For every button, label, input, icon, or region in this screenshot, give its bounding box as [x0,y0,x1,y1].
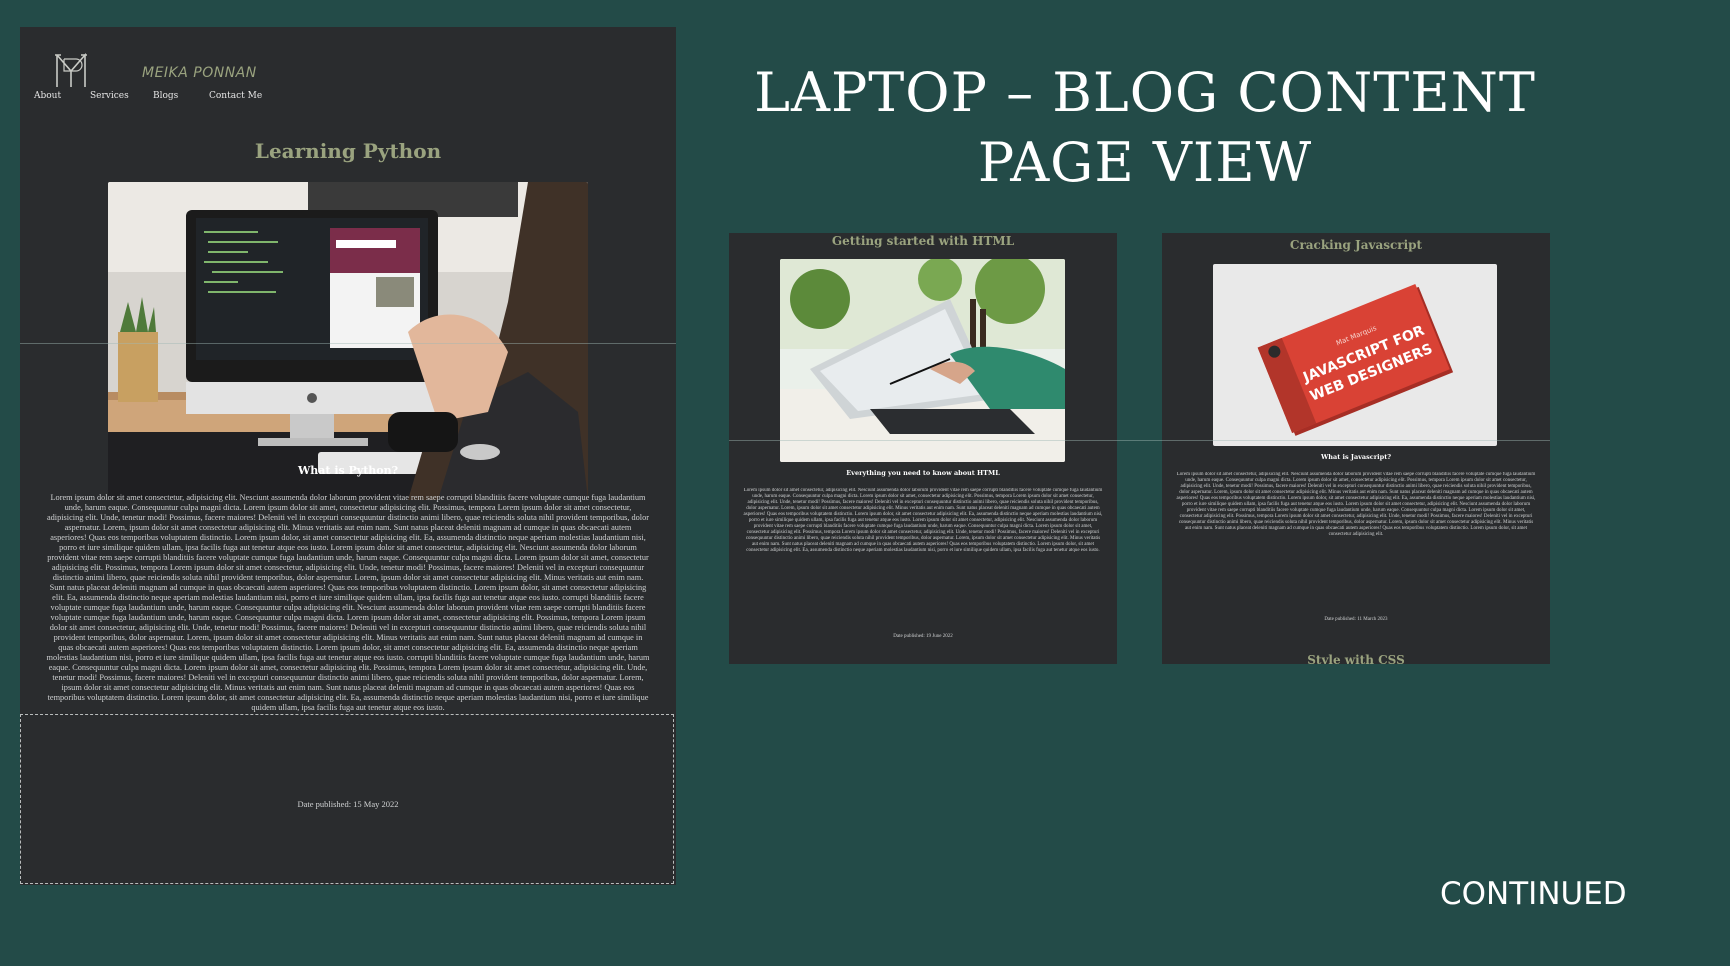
blog-card-html: Getting started with HTML Everything you… [729,233,1117,664]
card-image-javascript-illustration: Mat Marquis JAVASCRIPT FOR WEB DESIGNERS [1213,264,1497,446]
slide-title: LAPTOP – BLOG CONTENT PAGE VIEW [735,58,1555,198]
card-date: Date published: 11 March 2023 [1324,617,1388,622]
card-image-html-illustration [780,259,1065,462]
next-post-title: Style with CSS [1307,653,1405,664]
nav-item-about[interactable]: About [34,91,61,101]
post-subheading: What is Python? [297,464,399,477]
cards-fold-line [729,440,1550,441]
card-image-html [780,259,1065,462]
hero-image-illustration [108,182,588,500]
slide-title-line-2: PAGE VIEW [977,131,1313,194]
hero-image [108,182,588,500]
post-body: Lorem ipsum dolor sit amet consectetur, … [46,493,650,712]
nav-item-services[interactable]: Services [90,91,129,101]
blog-card-javascript: Cracking Javascript Mat Marquis JAVASCRI… [1162,233,1550,664]
fold-line [20,343,676,344]
card-date: Date published: 19 June 2022 [893,634,953,639]
slide-title-line-1: LAPTOP – BLOG CONTENT [754,61,1536,124]
continued-label: CONTINUED [1440,876,1627,912]
nav-item-blogs[interactable]: Blogs [153,91,178,101]
post-date: Date published: 15 May 2022 [297,799,399,809]
card-subheading: Everything you need to know about HTML [846,469,1000,477]
post-title: Learning Python [254,139,442,163]
brand-name[interactable]: MEIKA PONNAN [142,65,257,81]
card-body: Lorem ipsum dolor sit amet consectetur, … [743,488,1103,553]
card-image-javascript: Mat Marquis JAVASCRIPT FOR WEB DESIGNERS [1213,264,1497,446]
card-subheading: What is Javascript? [1320,453,1392,461]
laptop-blog-mockup: MEIKA PONNAN About Services Blogs Contac… [20,27,676,885]
card-body: Lorem ipsum dolor sit amet consectetur, … [1176,472,1536,537]
card-title: Cracking Javascript [1289,238,1423,252]
card-title: Getting started with HTML [831,234,1015,248]
monogram-logo-icon [55,52,87,87]
nav-item-contact[interactable]: Contact Me [209,91,262,101]
